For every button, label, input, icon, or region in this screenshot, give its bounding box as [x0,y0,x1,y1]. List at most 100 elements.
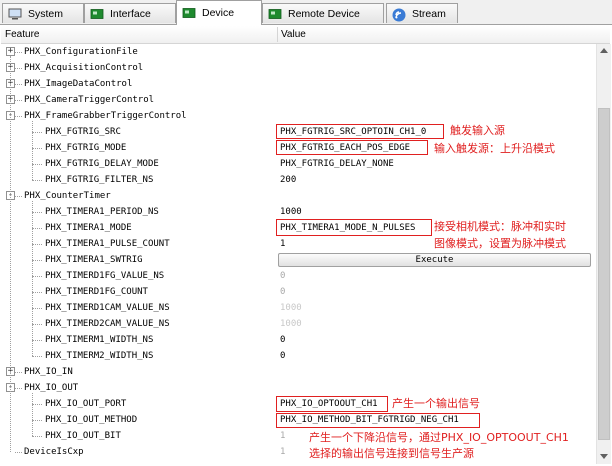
feature-row[interactable]: PHX_TIMERM2_WIDTH_NS 0 [0,348,596,364]
feature-value: 0 [280,287,286,297]
execute-button[interactable]: Execute [278,253,591,267]
tree-connector [15,388,22,389]
tree-connector [15,52,22,53]
category-row[interactable]: + PHX_ConfigurationFile [0,44,596,60]
scroll-thumb[interactable] [598,108,610,440]
feature-value: 1000 [280,303,302,313]
feature-row[interactable]: PHX_FGTRIG_FILTER_NS 200 [0,172,596,188]
feature-column-header[interactable]: Feature [5,29,39,40]
feature-row[interactable]: PHX_TIMERD1CAM_VALUE_NS 1000 [0,300,596,316]
category-row[interactable]: + PHX_CameraTriggerControl [0,92,596,108]
tree-connector [32,228,42,229]
feature-name: PHX_TIMERA1_MODE [45,223,132,233]
tab-stream[interactable]: Stream [386,3,458,23]
tab-bar: System Interface Device Remote Device Stream [0,0,612,25]
category-row[interactable]: + PHX_ImageDataControl [0,76,596,92]
feature-value[interactable]: 200 [280,175,296,185]
property-grid-header: Feature Value [1,26,610,44]
tab-label: Remote Device [288,7,360,20]
annotation-timer-mode-line1: 接受相机模式：脉冲和实时 [434,220,566,233]
highlight-fgtrig-src [276,124,444,139]
feature-value: 1 [280,447,286,457]
annotation-io-out-bit-line2: 选择的输出信号连接到信号生产源 [309,447,474,460]
feature-name: PHX_FrameGrabberTriggerControl [24,111,187,121]
tree-connector [32,404,42,405]
feature-name: PHX_TIMERD2CAM_VALUE_NS [45,319,170,329]
feature-name: PHX_TIMERA1_PULSE_COUNT [45,239,170,249]
value-column-header[interactable]: Value [281,29,306,40]
feature-name: PHX_IO_IN [24,367,73,377]
tree-connector [32,244,42,245]
tree-connector [32,436,42,437]
tree-connector [32,180,42,181]
category-row[interactable]: - PHX_FrameGrabberTriggerControl [0,108,596,124]
feature-row[interactable]: PHX_TIMERD1FG_COUNT 0 [0,284,596,300]
feature-row[interactable]: PHX_TIMERD1FG_VALUE_NS 0 [0,268,596,284]
tree-connector [32,148,42,149]
feature-name: PHX_IO_OUT [24,383,79,393]
tree-connector [32,308,42,309]
tab-device[interactable]: Device [176,0,262,25]
feature-row[interactable]: PHX_FGTRIG_DELAY_MODE PHX_FGTRIG_DELAY_NO… [0,156,596,172]
column-divider[interactable] [277,27,278,42]
feature-row[interactable]: PHX_TIMERA1_SWTRIG Execute [0,252,596,268]
feature-name: PHX_CameraTriggerControl [24,95,155,105]
feature-row[interactable]: PHX_TIMERA1_PERIOD_NS 1000 [0,204,596,220]
tree-guide-child [32,393,33,436]
feature-name: PHX_FGTRIG_SRC [45,127,121,137]
scroll-up-arrow-icon[interactable] [600,48,608,53]
tab-interface[interactable]: Interface [84,3,176,23]
feature-value[interactable]: 0 [280,351,285,361]
feature-value: 0 [280,271,286,281]
category-row[interactable]: + PHX_IO_IN [0,364,596,380]
tree-connector [32,132,42,133]
tab-remote-device[interactable]: Remote Device [262,3,384,23]
tree-connector [32,292,42,293]
category-row[interactable]: - PHX_IO_OUT [0,380,596,396]
feature-name: PHX_IO_OUT_PORT [45,399,127,409]
vertical-scrollbar[interactable] [596,44,611,464]
tree-connector [15,372,22,373]
scroll-down-arrow-icon[interactable] [600,454,608,459]
tree-connector [15,100,22,101]
tree-connector [32,356,42,357]
feature-value[interactable]: 1000 [280,207,302,217]
tree-connector [32,164,42,165]
feature-name: PHX_TIMERD1CAM_VALUE_NS [45,303,170,313]
card-icon [182,7,196,19]
tree-connector [32,260,42,261]
feature-name: PHX_TIMERM1_WIDTH_NS [45,335,154,345]
feature-row[interactable]: PHX_TIMERD2CAM_VALUE_NS 1000 [0,316,596,332]
feature-value[interactable]: 0 [280,335,285,345]
tree-connector [32,212,42,213]
feature-value[interactable]: PHX_FGTRIG_DELAY_NONE [280,159,394,169]
highlight-io-out-port [276,396,388,412]
feature-name: PHX_FGTRIG_FILTER_NS [45,175,154,185]
feature-name: PHX_AcquisitionControl [24,63,144,73]
tree-connector [15,116,22,117]
category-row[interactable]: DeviceIsCxp 1 [0,444,596,460]
highlight-io-out-method [276,413,480,428]
tab-system[interactable]: System [2,3,84,23]
tree-guide-root [10,56,11,452]
tree-guide-child [32,121,33,180]
card-icon [268,8,282,20]
category-row[interactable]: - PHX_CounterTimer [0,188,596,204]
tree-connector [32,420,42,421]
tab-label: System [28,7,64,20]
feature-value: 1000 [280,319,302,329]
tree-connector [15,84,22,85]
feature-name: PHX_IO_OUT_BIT [45,431,121,441]
tree-connector [15,452,22,453]
annotation-fgtrig-mode: 输入触发源：上升沿模式 [434,142,555,155]
category-row[interactable]: + PHX_AcquisitionControl [0,60,596,76]
annotation-fgtrig-src: 触发输入源 [450,124,505,137]
annotation-timer-mode-line2: 图像模式，设置为脉冲模式 [434,237,566,250]
expand-icon[interactable]: + [6,47,15,56]
tree-connector [32,340,42,341]
tree-connector [15,68,22,69]
feature-name: DeviceIsCxp [24,447,84,457]
feature-row[interactable]: PHX_TIMERM1_WIDTH_NS 0 [0,332,596,348]
feature-name: PHX_FGTRIG_DELAY_MODE [45,159,159,169]
feature-value[interactable]: 1 [280,239,285,249]
